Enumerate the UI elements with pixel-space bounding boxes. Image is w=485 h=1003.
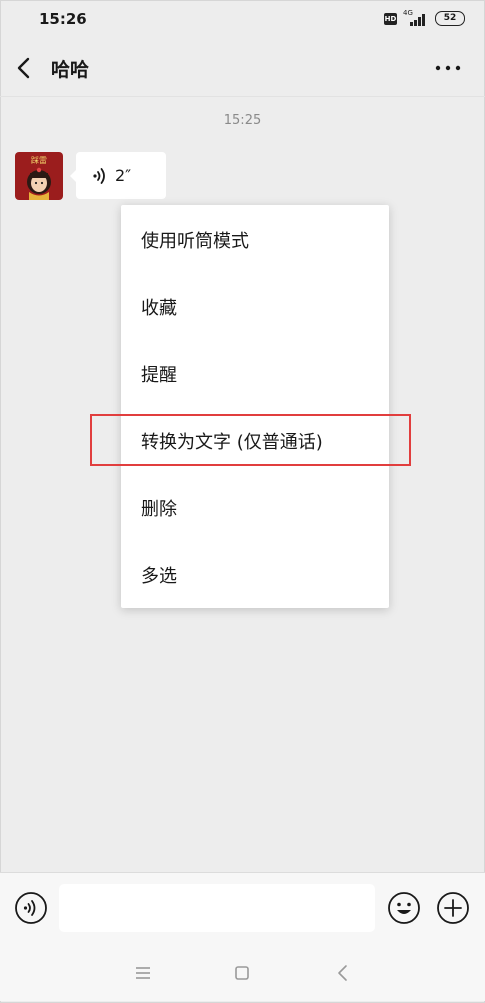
menu-item-remind[interactable]: 提醒 <box>121 339 389 406</box>
signal-icon: 4G <box>403 9 429 26</box>
menu-item-label: 使用听筒模式 <box>141 231 249 252</box>
square-icon <box>235 966 249 980</box>
battery-icon: 52 <box>435 11 465 26</box>
avatar[interactable]: 踩雷 <box>15 152 63 200</box>
status-icons: HD 4G 52 <box>384 9 465 26</box>
emoji-button[interactable] <box>387 891 421 925</box>
chevron-left-icon <box>338 965 347 981</box>
system-navigation-bar <box>0 944 485 1001</box>
message-timestamp: 15:25 <box>223 113 262 128</box>
status-bar: 15:26 HD 4G 52 <box>0 0 485 40</box>
recent-apps-button[interactable] <box>132 962 154 984</box>
voice-wave-icon <box>93 168 105 184</box>
menu-item-delete[interactable]: 删除 <box>121 473 389 540</box>
smiley-icon <box>388 892 420 924</box>
voice-input-icon <box>15 892 47 924</box>
menu-item-label: 收藏 <box>141 298 177 319</box>
more-dots-icon <box>435 65 461 71</box>
more-functions-button[interactable] <box>436 891 470 925</box>
message-context-menu: 使用听筒模式 收藏 提醒 转换为文字 (仅普通话) 删除 多选 <box>121 205 389 608</box>
chat-header: 哈哈 <box>0 40 485 97</box>
avatar-image: 踩雷 <box>15 152 63 200</box>
menu-item-convert-to-text[interactable]: 转换为文字 (仅普通话) <box>121 406 389 473</box>
plus-circle-icon <box>437 892 469 924</box>
back-button[interactable] <box>12 52 40 84</box>
more-options-button[interactable] <box>431 56 465 80</box>
voice-message-bubble[interactable]: 2″ <box>70 152 166 199</box>
menu-item-label: 转换为文字 (仅普通话) <box>141 432 323 453</box>
hd-icon: HD <box>384 12 397 25</box>
system-back-button[interactable] <box>332 962 354 984</box>
menu-lines-icon <box>136 967 150 979</box>
menu-item-multi-select[interactable]: 多选 <box>121 540 389 607</box>
voice-duration: 2″ <box>115 166 132 185</box>
menu-item-favorite[interactable]: 收藏 <box>121 272 389 339</box>
menu-item-label: 删除 <box>141 499 177 520</box>
message-text-input[interactable] <box>59 884 375 932</box>
avatar-text: 踩雷 <box>31 155 47 165</box>
menu-item-earpiece-mode[interactable]: 使用听筒模式 <box>121 205 389 272</box>
menu-item-label: 提醒 <box>141 365 177 386</box>
chevron-left-icon <box>17 57 30 79</box>
menu-item-label: 多选 <box>141 566 177 587</box>
status-time: 15:26 <box>39 10 87 28</box>
home-button[interactable] <box>231 962 253 984</box>
chat-title: 哈哈 <box>51 59 90 81</box>
voice-input-button[interactable] <box>14 891 48 925</box>
message-input-bar <box>0 872 485 945</box>
